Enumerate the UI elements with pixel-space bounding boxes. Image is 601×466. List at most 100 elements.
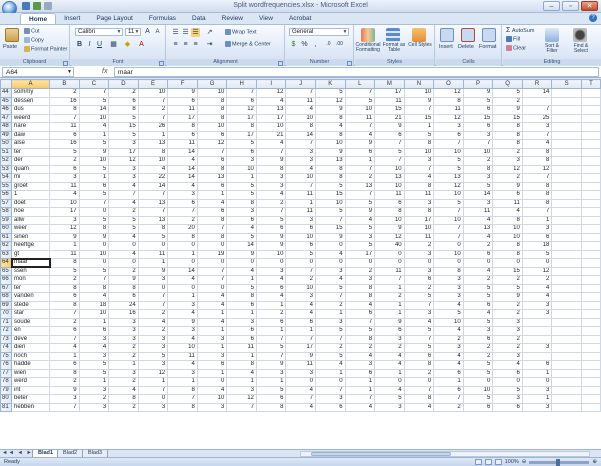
word-cell[interactable]: mon — [11, 275, 51, 285]
count-cell[interactable]: 3 — [403, 309, 435, 319]
count-cell[interactable]: 3 — [137, 402, 169, 412]
count-cell[interactable]: 3 — [226, 317, 257, 327]
count-cell[interactable]: 7 — [49, 309, 80, 319]
count-cell[interactable]: 12 — [255, 88, 287, 98]
count-cell[interactable]: 8 — [78, 283, 110, 293]
count-cell[interactable]: 7 — [285, 334, 316, 344]
count-cell[interactable]: 2 — [492, 309, 523, 319]
count-cell[interactable]: 5 — [315, 181, 346, 191]
count-cell[interactable]: 0 — [137, 394, 169, 404]
tab-page-layout[interactable]: Page Layout — [88, 13, 141, 24]
count-cell[interactable]: 10 — [78, 113, 110, 123]
count-cell[interactable]: 7 — [137, 207, 169, 217]
column-header-t[interactable]: T — [580, 79, 601, 89]
count-cell[interactable]: 7 — [226, 402, 257, 412]
column-header-r[interactable]: R — [521, 79, 553, 89]
word-cell[interactable]: werd — [11, 377, 51, 387]
count-cell[interactable]: 15 — [108, 122, 139, 132]
count-cell[interactable]: 6 — [78, 181, 110, 191]
count-cell[interactable]: 9 — [462, 88, 494, 98]
count-cell[interactable]: 10 — [196, 394, 228, 404]
count-cell[interactable]: 5 — [433, 198, 464, 208]
underline-button[interactable]: U — [95, 40, 104, 49]
count-cell[interactable]: 14 — [167, 266, 198, 276]
count-cell[interactable]: 3 — [433, 122, 464, 132]
count-cell[interactable]: 15 — [374, 105, 405, 115]
count-cell[interactable]: 2 — [315, 343, 346, 353]
decrease-decimal-button[interactable]: .00 — [335, 40, 344, 49]
count-cell[interactable]: 5 — [492, 88, 523, 98]
count-cell[interactable]: 0 — [492, 377, 523, 387]
count-cell[interactable]: 0 — [433, 258, 464, 268]
count-cell[interactable]: 9 — [167, 317, 198, 327]
count-cell[interactable]: 7 — [374, 156, 405, 166]
count-cell[interactable]: 9 — [492, 292, 523, 302]
count-cell[interactable]: 10 — [78, 249, 110, 259]
word-cell[interactable]: hadde — [11, 360, 51, 370]
bold-button[interactable]: B — [75, 40, 84, 49]
count-cell[interactable]: 5 — [137, 232, 169, 242]
count-cell[interactable]: 8 — [433, 96, 464, 106]
column-header-i[interactable]: I — [255, 79, 287, 89]
row-header[interactable]: 71 — [0, 317, 13, 327]
count-cell[interactable]: 6 — [196, 156, 228, 166]
row-header[interactable]: 50 — [0, 139, 13, 149]
count-cell[interactable]: 11 — [285, 96, 316, 106]
count-cell[interactable]: 3 — [374, 402, 405, 412]
count-cell[interactable]: 9 — [344, 207, 376, 217]
count-cell[interactable]: 3 — [285, 215, 316, 225]
align-center-button[interactable]: ≡ — [181, 40, 190, 49]
count-cell[interactable]: 3 — [462, 198, 494, 208]
count-cell[interactable]: 2 — [462, 241, 494, 251]
count-cell[interactable]: 12 — [492, 164, 523, 174]
count-cell[interactable]: 6 — [462, 122, 494, 132]
count-cell[interactable]: 1 — [196, 190, 228, 200]
empty-cell[interactable] — [551, 156, 582, 166]
count-cell[interactable]: 7 — [433, 394, 464, 404]
count-cell[interactable]: 3 — [521, 309, 553, 319]
count-cell[interactable]: 9 — [255, 360, 287, 370]
count-cell[interactable]: 10 — [78, 309, 110, 319]
count-cell[interactable]: 9 — [315, 147, 346, 157]
count-cell[interactable]: 2 — [255, 198, 287, 208]
empty-cell[interactable] — [580, 113, 601, 123]
count-cell[interactable]: 4 — [78, 122, 110, 132]
empty-cell[interactable] — [551, 130, 582, 140]
count-cell[interactable]: 9 — [285, 351, 316, 361]
wrap-text-button[interactable]: Wrap Text — [225, 29, 257, 35]
count-cell[interactable]: 26 — [137, 122, 169, 132]
count-cell[interactable]: 14 — [78, 105, 110, 115]
count-cell[interactable]: 12 — [49, 224, 80, 234]
minimize-button[interactable]: – — [543, 1, 560, 11]
count-cell[interactable]: 6 — [462, 249, 494, 259]
count-cell[interactable]: 3 — [196, 402, 228, 412]
count-cell[interactable]: 8 — [196, 113, 228, 123]
count-cell[interactable]: 8 — [255, 164, 287, 174]
count-cell[interactable]: 5 — [344, 326, 376, 336]
count-cell[interactable]: 4 — [344, 215, 376, 225]
count-cell[interactable]: 6 — [196, 130, 228, 140]
row-header[interactable]: 48 — [0, 122, 13, 132]
row-header[interactable]: 81 — [0, 402, 13, 412]
count-cell[interactable]: 0 — [492, 258, 523, 268]
count-cell[interactable]: 3 — [226, 207, 257, 217]
count-cell[interactable]: 11 — [167, 139, 198, 149]
count-cell[interactable]: 7 — [196, 224, 228, 234]
count-cell[interactable]: 4 — [108, 181, 139, 191]
count-cell[interactable]: 14 — [137, 181, 169, 191]
count-cell[interactable]: 8 — [167, 385, 198, 395]
word-cell[interactable]: hoe — [11, 207, 51, 217]
count-cell[interactable]: 3 — [226, 385, 257, 395]
count-cell[interactable]: 6 — [492, 190, 523, 200]
count-cell[interactable]: 9 — [374, 317, 405, 327]
count-cell[interactable]: 0 — [344, 258, 376, 268]
count-cell[interactable]: 15 — [403, 113, 435, 123]
count-cell[interactable]: 7 — [433, 232, 464, 242]
count-cell[interactable]: 5 — [315, 283, 346, 293]
count-cell[interactable]: 4 — [285, 402, 316, 412]
count-cell[interactable]: 1 — [521, 394, 553, 404]
count-cell[interactable]: 6 — [433, 130, 464, 140]
count-cell[interactable]: 4 — [78, 292, 110, 302]
count-cell[interactable]: 13 — [433, 173, 464, 183]
count-cell[interactable]: 0 — [167, 283, 198, 293]
